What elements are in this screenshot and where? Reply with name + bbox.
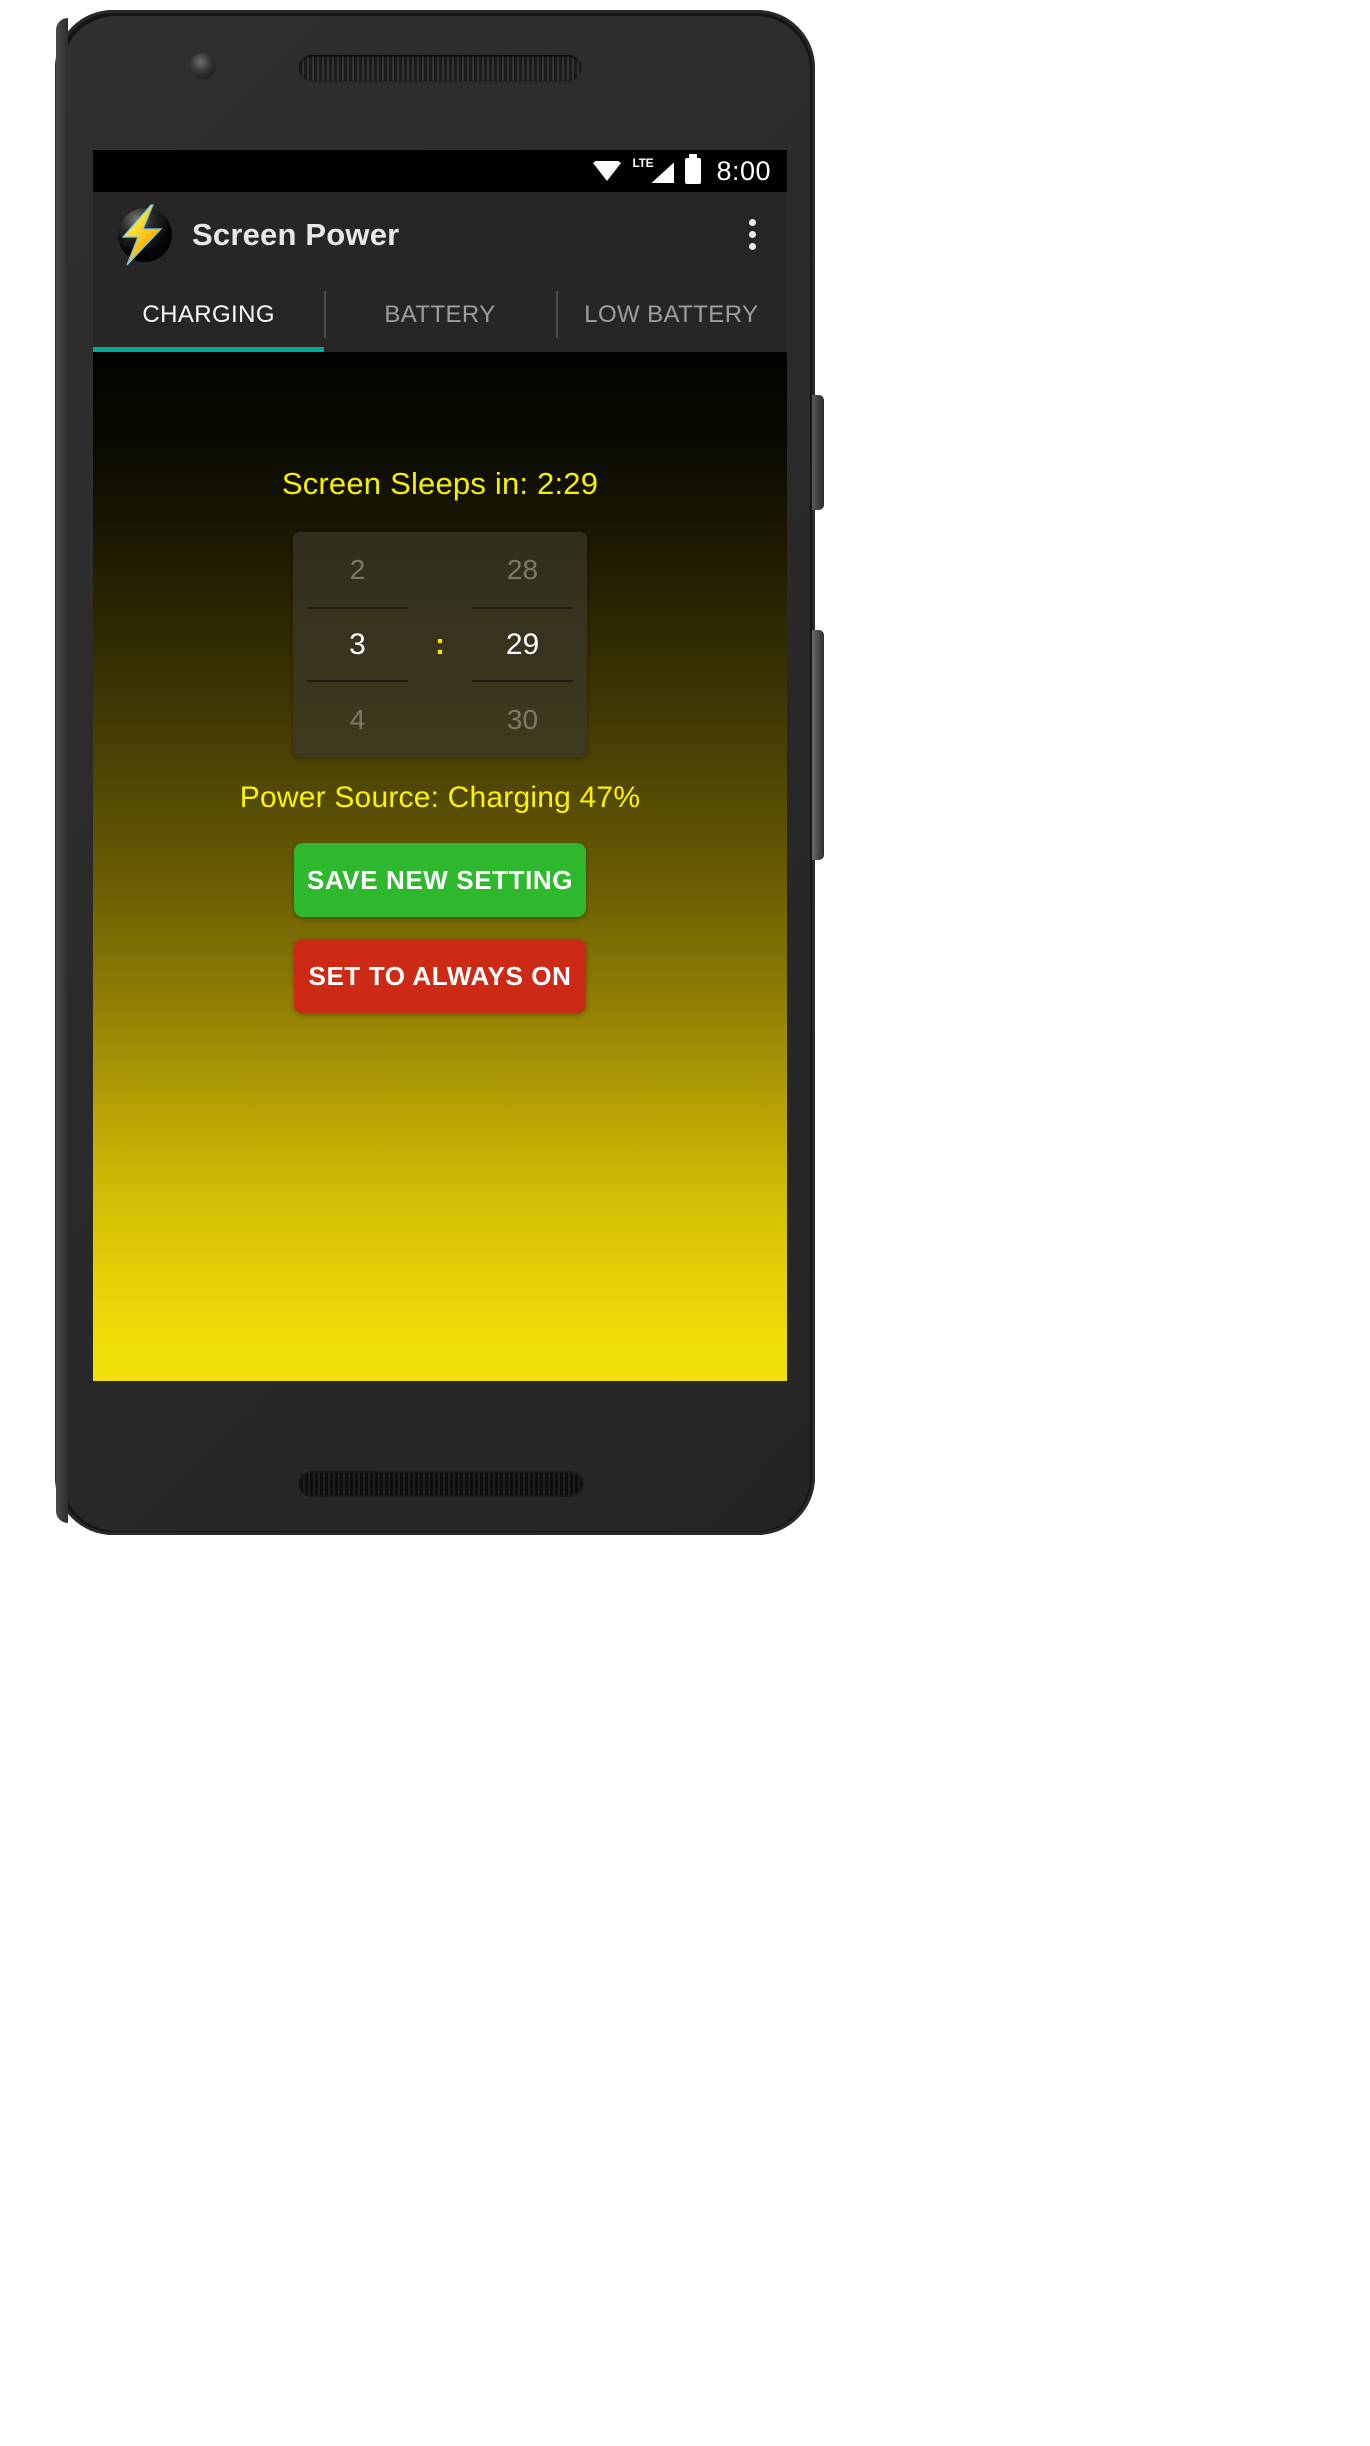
status-bar: LTE 8:00	[93, 150, 787, 192]
minutes-prev-value[interactable]: 28	[458, 532, 587, 607]
power-button[interactable]	[812, 395, 824, 510]
minutes-divider-bottom	[472, 680, 573, 682]
bottom-speaker	[300, 1473, 582, 1495]
lte-signal-icon: LTE	[632, 156, 675, 184]
hours-next-value[interactable]: 4	[293, 682, 422, 757]
minutes-next-value[interactable]: 30	[458, 682, 587, 757]
battery-icon	[685, 154, 702, 184]
minutes-current-value[interactable]: 29	[458, 607, 587, 682]
page-title: Screen Power	[192, 216, 400, 252]
picker-separator: :	[422, 532, 458, 757]
signal-bars-icon	[651, 162, 675, 183]
lte-label: LTE	[632, 156, 654, 170]
tab-charging-label: CHARGING	[142, 300, 275, 328]
set-to-always-on-button[interactable]: SET TO ALWAYS ON	[294, 939, 586, 1013]
hours-column[interactable]: 2 3 4	[293, 532, 422, 757]
hours-divider-bottom	[307, 680, 408, 682]
screen-sleeps-label: Screen Sleeps in: 2:29	[281, 466, 599, 501]
wifi-icon	[593, 161, 622, 181]
time-picker[interactable]: 2 3 4 : 28 29 30	[293, 532, 587, 757]
hours-prev-value[interactable]: 2	[293, 532, 422, 607]
tab-battery[interactable]: BATTERY	[324, 277, 555, 352]
tab-low-battery[interactable]: LOW BATTERY	[555, 277, 787, 352]
tab-low-battery-label: LOW BATTERY	[584, 300, 759, 328]
front-camera-icon	[190, 53, 216, 79]
main-content: Screen Sleeps in: 2:29 2 3 4 : 28 29 30 …	[93, 352, 787, 1381]
tab-bar: CHARGING BATTERY LOW BATTERY	[93, 277, 787, 352]
tab-charging[interactable]: CHARGING	[93, 277, 324, 352]
app-logo-icon	[115, 203, 175, 265]
colon-separator: :	[435, 628, 445, 661]
overflow-menu-icon[interactable]	[735, 212, 769, 258]
hours-divider-top	[307, 607, 408, 609]
app-bar: Screen Power	[93, 192, 787, 277]
save-new-setting-button[interactable]: SAVE NEW SETTING	[294, 843, 586, 917]
minutes-column[interactable]: 28 29 30	[458, 532, 587, 757]
status-bar-clock: 8:00	[716, 155, 771, 186]
phone-left-edge	[56, 18, 68, 1523]
minutes-divider-top	[472, 607, 573, 609]
power-source-status: Power Source: Charging 47%	[239, 781, 641, 814]
volume-rocker-button[interactable]	[812, 630, 824, 860]
hours-current-value[interactable]: 3	[293, 607, 422, 682]
tab-battery-label: BATTERY	[384, 300, 496, 328]
earpiece-speaker	[299, 55, 581, 81]
phone-screen: LTE 8:00 Screen Power CHARGING BATTERY L…	[93, 150, 787, 1381]
